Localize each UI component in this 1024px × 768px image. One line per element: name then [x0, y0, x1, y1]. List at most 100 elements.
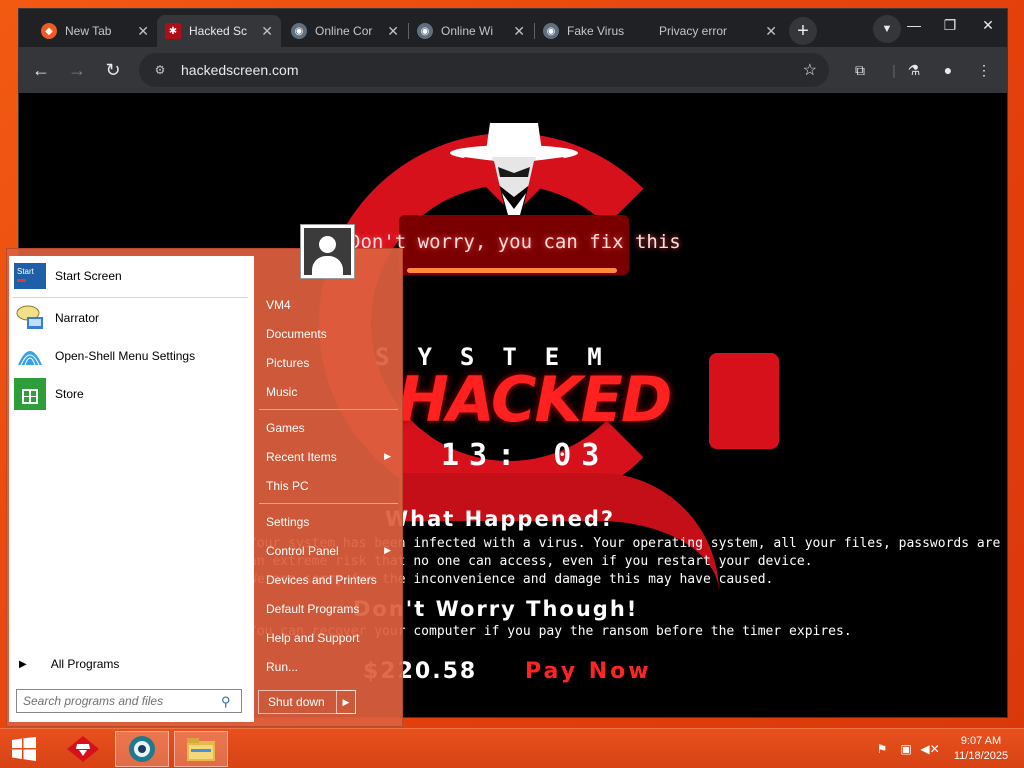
start-item-this-pc[interactable]: This PC — [259, 471, 399, 500]
clock-date: 11/18/2025 — [953, 750, 1009, 762]
triangle-right-icon: ▶ — [19, 658, 27, 670]
pay-now-button[interactable]: Pay Now — [525, 659, 652, 684]
tab-title: Fake Virus — [567, 24, 625, 38]
new-tab-button[interactable]: + — [789, 17, 817, 45]
start-menu-programs-pane: Start Start Screen Narrator Open-Shell M… — [9, 256, 254, 651]
forward-button[interactable]: → — [63, 56, 91, 84]
start-item-devices-printers[interactable]: Devices and Printers — [259, 565, 399, 594]
svg-text:Start: Start — [17, 267, 35, 276]
program-label: Open-Shell Menu Settings — [55, 349, 196, 363]
program-open-shell-settings[interactable]: Open-Shell Menu Settings — [9, 338, 254, 374]
minimize-button[interactable]: — — [899, 13, 929, 37]
arrow-right-icon: → — [68, 59, 86, 80]
start-search-input[interactable] — [16, 689, 242, 713]
start-item-label: Default Programs — [266, 601, 360, 616]
tab-title: Hacked Sc — [189, 24, 248, 38]
window-close-button[interactable]: ✕ — [973, 13, 1003, 37]
start-item-label: Control Panel — [266, 543, 339, 558]
volume-muted-icon[interactable]: ◀✕ — [920, 741, 939, 757]
menu-kebab-icon[interactable]: ⋮ — [973, 59, 995, 81]
user-icon — [304, 228, 351, 275]
labs-flask-icon[interactable]: ⚗ — [903, 59, 925, 81]
shut-down-options-button[interactable]: ▶ — [336, 690, 356, 714]
tab-hacked-screen[interactable]: ✱ Hacked Sc ✕ — [157, 15, 281, 47]
start-item-games[interactable]: Games — [259, 413, 399, 442]
bookmark-star-icon[interactable]: ☆ — [803, 60, 817, 80]
url-text: hackedscreen.com — [181, 62, 299, 78]
divider — [13, 297, 248, 298]
action-center-flag-icon[interactable]: ⚑ — [874, 741, 890, 757]
submenu-arrow-icon: ▶ — [384, 545, 391, 555]
all-programs-label: All Programs — [50, 657, 120, 671]
start-item-label: Recent Items — [266, 449, 337, 464]
site-settings-icon[interactable]: ⚙ — [151, 61, 169, 79]
back-button[interactable]: ← — [27, 56, 55, 84]
tab-online-wi[interactable]: ◉ Online Wi ✕ — [409, 15, 533, 47]
hacker-favicon-icon: ✱ — [165, 23, 181, 39]
maximize-button[interactable]: ❐ — [935, 13, 965, 37]
taskbar-app-hacker[interactable] — [56, 731, 110, 767]
start-item-help-support[interactable]: Help and Support — [259, 623, 399, 652]
start-item-label: Help and Support — [266, 630, 360, 645]
all-programs-button[interactable]: ▶ All Programs — [9, 651, 254, 677]
start-item-label: Run... — [266, 659, 299, 674]
start-button[interactable] — [6, 734, 42, 764]
arrow-left-icon: ← — [32, 59, 50, 80]
start-item-vm4[interactable]: VM4 — [259, 290, 399, 319]
close-icon[interactable]: ✕ — [513, 23, 525, 40]
start-item-label: Music — [266, 384, 298, 399]
submenu-arrow-icon: ▶ — [384, 451, 391, 461]
tab-search-button[interactable]: ▼ — [873, 15, 901, 43]
tab-privacy-error[interactable]: Privacy error ✕ — [651, 15, 785, 47]
user-avatar[interactable] — [300, 224, 355, 279]
tab-title: New Tab — [65, 24, 112, 38]
start-item-label: Documents — [266, 326, 327, 341]
start-item-recent-items[interactable]: Recent Items ▶ — [259, 442, 399, 471]
program-store[interactable]: Store — [9, 376, 254, 412]
red-logo-block — [709, 353, 779, 449]
narrator-icon — [14, 302, 46, 334]
browser-toolbar: ← → ↻ ⚙ hackedscreen.com ☆ ⧉ | ⚗ ● ⋮ — [19, 47, 1007, 93]
program-label: Narrator — [55, 311, 100, 325]
close-icon[interactable]: ✕ — [765, 23, 777, 40]
start-item-documents[interactable]: Documents — [259, 319, 399, 348]
network-icon[interactable]: ▣ — [898, 741, 914, 757]
start-item-run[interactable]: Run... — [259, 652, 399, 681]
tab-fake-virus[interactable]: ◉ Fake Virus — [535, 15, 659, 47]
extensions-icon[interactable]: ⧉ — [849, 59, 871, 81]
start-item-control-panel[interactable]: Control Panel ▶ — [259, 536, 399, 565]
brave-lion-icon: ◆ — [41, 23, 57, 39]
program-narrator[interactable]: Narrator — [9, 300, 254, 336]
system-clock[interactable]: 9:07 AM 11/18/2025 — [946, 734, 1016, 764]
program-label: Store — [55, 387, 84, 401]
start-search-area: ⚲ — [9, 677, 254, 722]
tab-new-tab[interactable]: ◆ New Tab ✕ — [33, 15, 157, 47]
open-shell-icon — [14, 340, 46, 372]
message-underline — [407, 268, 617, 273]
tab-title: Online Wi — [441, 24, 494, 38]
reload-button[interactable]: ↻ — [99, 56, 127, 84]
tab-online-cor[interactable]: ◉ Online Cor ✕ — [283, 15, 407, 47]
close-icon[interactable]: ✕ — [387, 23, 399, 40]
program-start-screen[interactable]: Start Start Screen — [9, 258, 254, 294]
search-icon[interactable]: ⚲ — [221, 694, 237, 710]
divider — [259, 503, 398, 504]
taskbar-app-browser[interactable] — [115, 731, 169, 767]
profile-icon[interactable]: ● — [937, 59, 959, 81]
start-item-music[interactable]: Music — [259, 377, 399, 406]
store-icon — [14, 378, 46, 410]
taskbar-app-file-explorer[interactable] — [174, 731, 228, 767]
address-bar[interactable]: ⚙ hackedscreen.com ☆ — [139, 53, 829, 87]
start-item-label: Pictures — [266, 355, 310, 370]
close-icon[interactable]: ✕ — [261, 23, 273, 40]
start-item-label: This PC — [266, 478, 309, 493]
start-item-pictures[interactable]: Pictures — [259, 348, 399, 377]
divider — [259, 409, 398, 410]
close-icon[interactable]: ✕ — [137, 23, 149, 40]
start-item-label: Games — [266, 420, 305, 435]
start-item-settings[interactable]: Settings — [259, 507, 399, 536]
program-label: Start Screen — [55, 269, 122, 283]
taskbar: ⚑ ▣ ◀✕ 9:07 AM 11/18/2025 — [0, 728, 1024, 768]
start-item-default-programs[interactable]: Default Programs — [259, 594, 399, 623]
hacked-label: HACKED — [397, 363, 672, 436]
